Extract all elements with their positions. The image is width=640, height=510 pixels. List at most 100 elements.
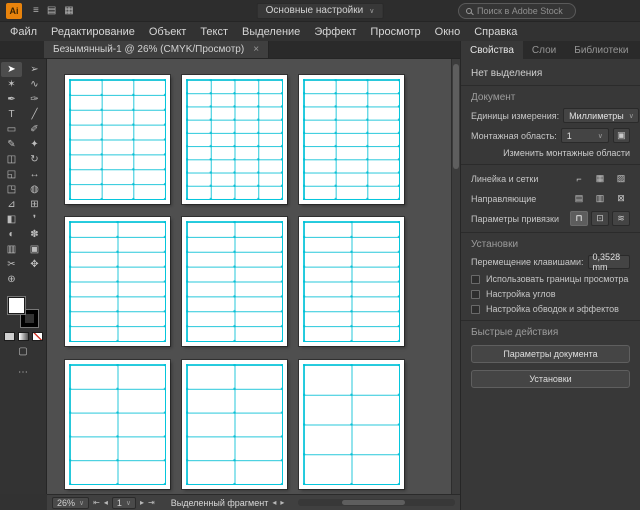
eyedropper-tool[interactable]: ❜	[24, 212, 45, 227]
direct-selection-tool[interactable]: ➢	[24, 62, 45, 77]
status-prev-button[interactable]: ◂	[272, 498, 276, 507]
width-tool[interactable]: ↔	[24, 167, 45, 182]
hamburger-menu-icon[interactable]: ≡	[33, 5, 39, 16]
panel-tab-properties[interactable]: Свойства	[461, 41, 523, 59]
gradient-tool[interactable]: ◧	[1, 212, 22, 227]
smart-guides-button[interactable]: ⊠	[612, 191, 630, 206]
fill-swatch[interactable]	[8, 297, 25, 314]
slice-tool[interactable]: ✂	[1, 257, 22, 272]
blend-tool[interactable]: ◐	[1, 227, 22, 242]
color-mode-button[interactable]	[3, 332, 15, 341]
pen-tool[interactable]: ✒	[1, 92, 22, 107]
horizontal-scrollbar[interactable]	[298, 499, 455, 506]
menu-item-select[interactable]: Выделение	[235, 26, 307, 38]
rectangle-tool[interactable]: ▭	[1, 122, 22, 137]
rulers-button[interactable]: ⌐	[570, 171, 588, 186]
preferences-button[interactable]: Установки	[471, 370, 630, 388]
menu-item-type[interactable]: Текст	[193, 26, 235, 38]
mesh-tool[interactable]: ⊞	[24, 197, 45, 212]
artboard-tool[interactable]: ▣	[24, 242, 45, 257]
artboard-select[interactable]: 1 ∨	[560, 128, 609, 143]
symbol-sprayer-icon: ✽	[30, 229, 39, 240]
status-next-button[interactable]: ▸	[280, 498, 284, 507]
scale-corners-checkbox[interactable]	[471, 289, 480, 299]
artboard[interactable]	[299, 217, 404, 346]
menu-item-object[interactable]: Объект	[142, 26, 193, 38]
artboard-nav-select[interactable]: 1 ∨	[111, 496, 136, 509]
first-artboard-button[interactable]: ⇤	[93, 498, 100, 507]
curvature-tool[interactable]: ✑	[24, 92, 45, 107]
arrange-documents-icon[interactable]: ▦	[64, 5, 73, 16]
artboard[interactable]	[65, 360, 170, 489]
lasso-tool[interactable]: ∿	[24, 77, 45, 92]
eraser-tool[interactable]: ◫	[1, 152, 22, 167]
hand-tool[interactable]: ✥	[24, 257, 45, 272]
guides-label: Направляющие	[471, 193, 537, 204]
workspace-switcher[interactable]: Основные настройки ∨	[256, 2, 384, 19]
menu-item-help[interactable]: Справка	[467, 26, 524, 38]
zoom-level-select[interactable]: 26% ∨	[52, 496, 90, 509]
units-select[interactable]: Миллиметры ∨	[563, 108, 640, 123]
close-icon[interactable]: ×	[253, 44, 259, 55]
panel-tab-layers[interactable]: Слои	[523, 41, 565, 59]
free-transform-tool[interactable]: ◳	[1, 182, 22, 197]
app-logo[interactable]: Ai	[6, 2, 22, 19]
menu-item-effect[interactable]: Эффект	[307, 26, 363, 38]
magic-wand-tool[interactable]: ✶	[1, 77, 22, 92]
lock-guides-button[interactable]: ▥	[591, 191, 609, 206]
artboard[interactable]	[182, 360, 287, 489]
canvas[interactable]	[47, 59, 460, 494]
menu-item-edit[interactable]: Редактирование	[44, 26, 142, 38]
transparency-grid-button[interactable]: ▨	[612, 171, 630, 186]
artboard[interactable]	[299, 75, 404, 204]
use-preview-bounds-checkbox[interactable]	[471, 274, 480, 284]
show-guides-button[interactable]: ▤	[570, 191, 588, 206]
artboard-grid	[69, 364, 166, 485]
snap-to-pixel-button[interactable]: ⊡	[591, 211, 609, 226]
document-setup-button[interactable]: Параметры документа	[471, 345, 630, 363]
vertical-scrollbar[interactable]	[451, 59, 460, 494]
type-tool[interactable]: T	[1, 107, 22, 122]
rotate-tool[interactable]: ↻	[24, 152, 45, 167]
shape-builder-tool[interactable]: ◍	[24, 182, 45, 197]
snap-to-grid-button[interactable]: ⊓	[570, 211, 588, 226]
next-artboard-button[interactable]: ▸	[140, 498, 144, 507]
zoom-tool[interactable]: ⊕	[1, 272, 22, 287]
document-grid-icon[interactable]: ▤	[47, 5, 56, 16]
artboard[interactable]	[65, 217, 170, 346]
paintbrush-tool[interactable]: ✐	[24, 122, 45, 137]
vertical-scrollbar-thumb[interactable]	[453, 64, 459, 169]
artboard[interactable]	[182, 75, 287, 204]
edit-artboards-button[interactable]: Изменить монтажные области	[471, 148, 630, 158]
artboard[interactable]	[182, 217, 287, 346]
gradient-mode-button[interactable]	[17, 332, 29, 341]
column-graph-tool[interactable]: ▥	[1, 242, 22, 257]
document-tab[interactable]: Безымянный-1 @ 26% (CMYK/Просмотр) ×	[44, 41, 270, 58]
menu-item-view[interactable]: Просмотр	[363, 26, 427, 38]
stock-search-input[interactable]: Поиск в Adobe Stock	[458, 3, 576, 19]
grid-button[interactable]: ▦	[591, 171, 609, 186]
scale-tool[interactable]: ◱	[1, 167, 22, 182]
artboard[interactable]	[65, 75, 170, 204]
menu-item-window[interactable]: Окно	[428, 26, 468, 38]
perspective-grid-tool[interactable]: ⊿	[1, 197, 22, 212]
none-mode-button[interactable]	[31, 332, 43, 341]
symbol-sprayer-tool[interactable]: ✽	[24, 227, 45, 242]
selection-tool[interactable]: ➤	[1, 62, 22, 77]
menu-item-file[interactable]: Файл	[3, 26, 44, 38]
screen-mode-button[interactable]: ▢	[0, 346, 46, 357]
panel-tab-libraries[interactable]: Библиотеки	[565, 41, 637, 59]
artboard[interactable]	[299, 360, 404, 489]
last-artboard-button[interactable]: ⇥	[148, 498, 155, 507]
pencil-tool[interactable]: ✎	[1, 137, 22, 152]
scale-strokes-effects-checkbox[interactable]	[471, 304, 480, 314]
shaper-tool[interactable]: ✦	[24, 137, 45, 152]
keyboard-increment-input[interactable]: 0,3528 mm	[587, 252, 630, 272]
artboard-options-button[interactable]: ▣	[612, 128, 630, 143]
snap-to-point-button[interactable]: ≋	[612, 211, 630, 226]
edit-toolbar-button[interactable]: ⋯	[0, 367, 46, 378]
line-segment-tool[interactable]: ╱	[24, 107, 45, 122]
horizontal-scrollbar-thumb[interactable]	[342, 500, 405, 505]
fill-stroke-control[interactable]	[8, 297, 38, 327]
prev-artboard-button[interactable]: ◂	[104, 498, 108, 507]
